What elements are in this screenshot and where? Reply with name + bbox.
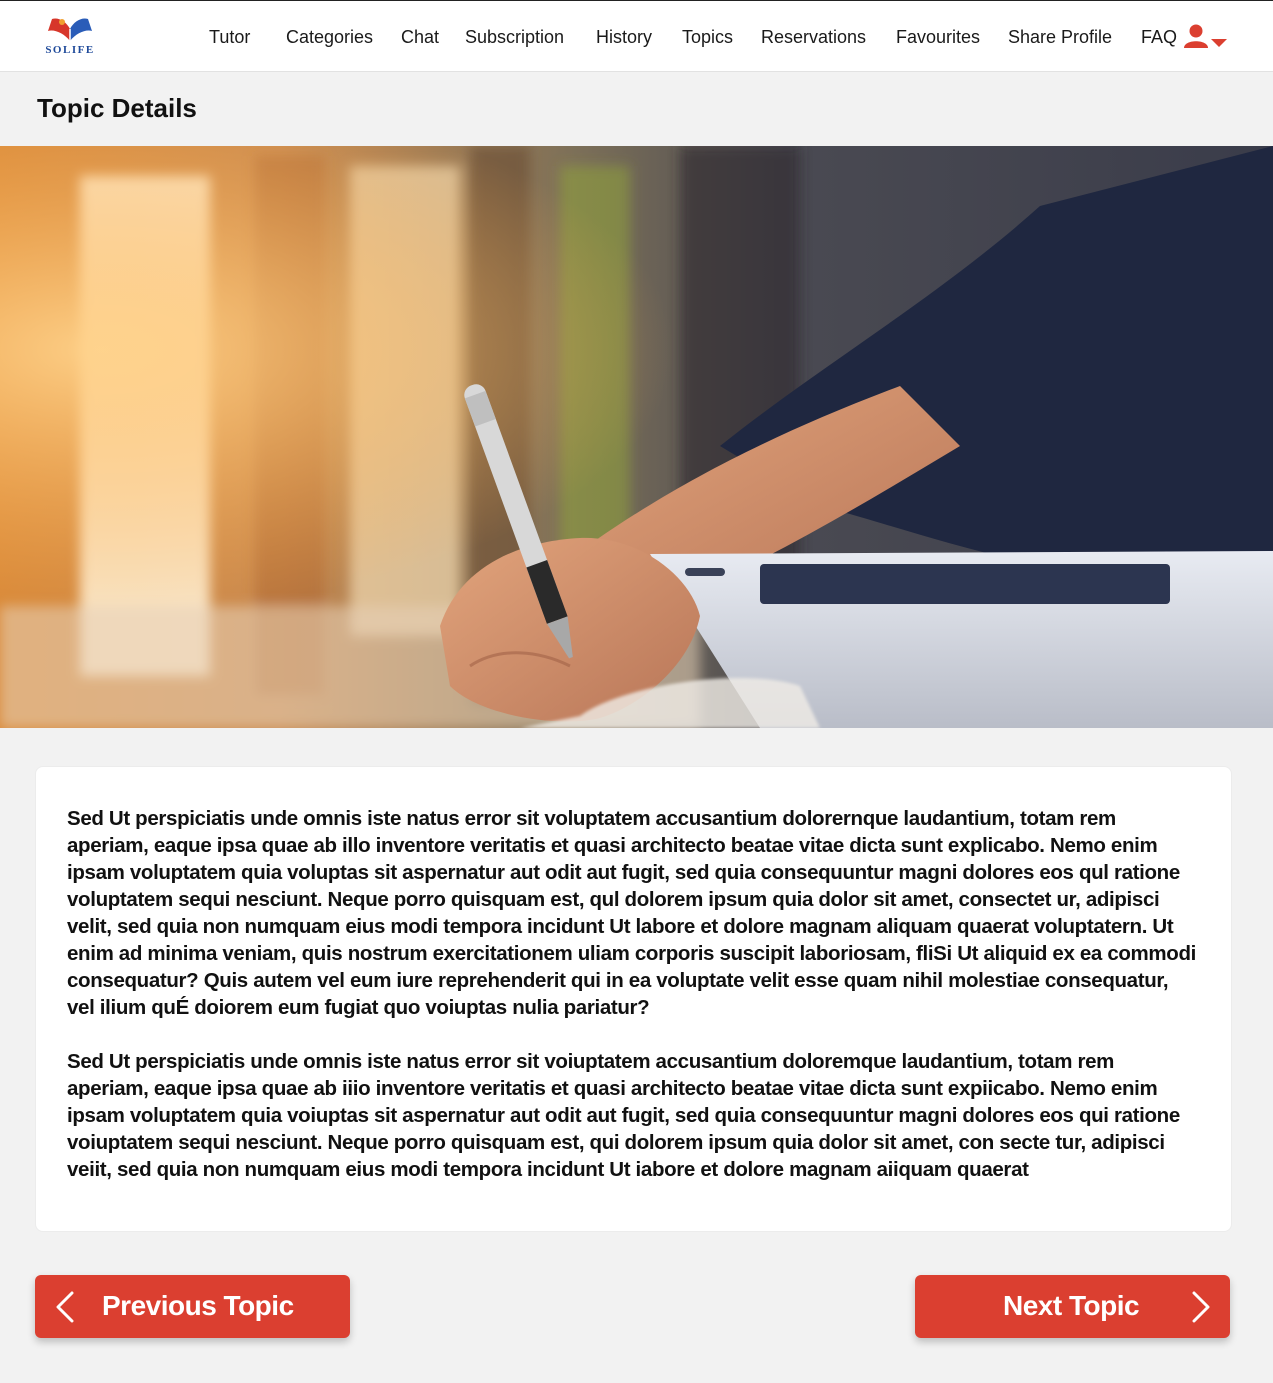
nav-categories[interactable]: Categories bbox=[286, 27, 373, 48]
nav-faq[interactable]: FAQ bbox=[1141, 27, 1177, 48]
profile-menu[interactable] bbox=[1184, 23, 1234, 53]
previous-topic-label: Previous Topic bbox=[102, 1290, 294, 1321]
user-icon bbox=[1184, 24, 1208, 48]
logo-text: SOLIFE bbox=[45, 44, 95, 56]
open-book-logo-icon bbox=[48, 18, 92, 41]
previous-topic-button[interactable]: Previous Topic bbox=[35, 1275, 350, 1338]
caret-down-icon bbox=[1211, 39, 1227, 47]
next-topic-label: Next Topic bbox=[1003, 1290, 1140, 1321]
nav-history[interactable]: History bbox=[596, 27, 652, 48]
nav-topics[interactable]: Topics bbox=[682, 27, 733, 48]
chevron-left-icon bbox=[56, 1291, 74, 1323]
nav-subscription[interactable]: Subscription bbox=[465, 27, 564, 48]
topic-paragraph: Sed Ut perspiciatis unde omnis iste natu… bbox=[67, 1050, 1180, 1181]
nav-share-profile[interactable]: Share Profile bbox=[1008, 27, 1112, 48]
nav-chat[interactable]: Chat bbox=[401, 27, 439, 48]
topic-paragraph: Sed Ut perspiciatis unde omnis iste natu… bbox=[67, 807, 1196, 1019]
chevron-right-icon bbox=[1192, 1291, 1210, 1323]
next-topic-button[interactable]: Next Topic bbox=[915, 1275, 1230, 1338]
page-title: Topic Details bbox=[37, 93, 197, 123]
topic-content-card: Sed Ut perspiciatis unde omnis iste natu… bbox=[35, 766, 1232, 1232]
nav-tutor[interactable]: Tutor bbox=[209, 27, 250, 48]
solife-logo[interactable]: SOLIFE bbox=[38, 13, 102, 61]
top-navbar: SOLIFE Tutor Categories Chat Subscriptio… bbox=[0, 0, 1273, 72]
hero-image bbox=[0, 146, 1273, 728]
nav-favourites[interactable]: Favourites bbox=[896, 27, 980, 48]
page-header: Topic Details bbox=[0, 72, 1273, 140]
nav-reservations[interactable]: Reservations bbox=[761, 27, 866, 48]
